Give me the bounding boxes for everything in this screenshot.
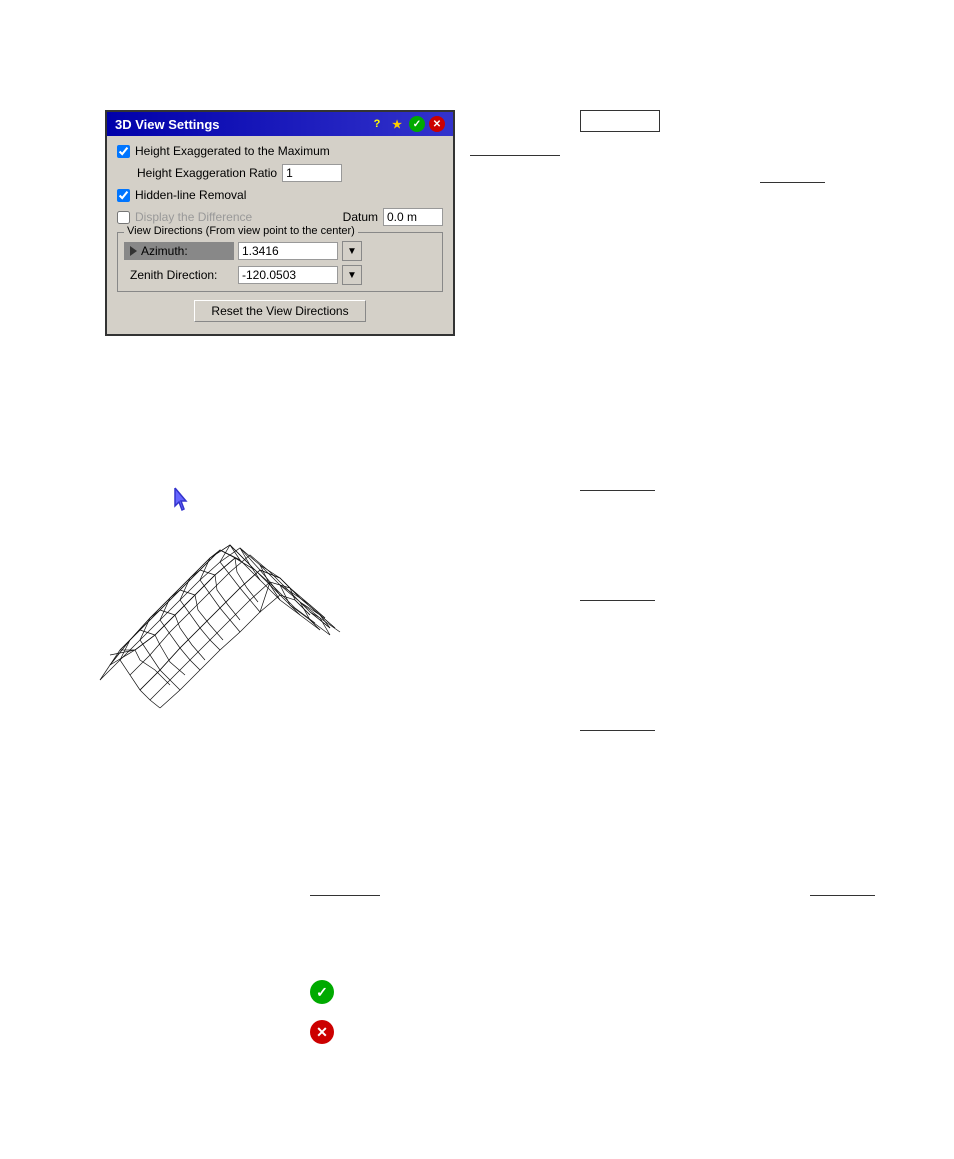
hline-2: [760, 182, 825, 183]
3d-view-settings-dialog[interactable]: 3D View Settings ? ★ ✓ ✕ Height Exaggera…: [105, 110, 455, 336]
hidden-line-removal-row: Hidden-line Removal: [117, 188, 443, 202]
zenith-row: Zenith Direction: ▼: [124, 265, 436, 285]
ok-icon[interactable]: ✓: [409, 116, 425, 132]
hline-low-1: [310, 895, 380, 896]
green-check-icon: ✓: [310, 980, 334, 1004]
hidden-line-removal-label: Hidden-line Removal: [135, 188, 246, 202]
zenith-input[interactable]: [238, 266, 338, 284]
top-right-rectangle: [580, 110, 660, 132]
terrain-wireframe: [80, 450, 370, 710]
dialog-title: 3D View Settings: [115, 117, 220, 132]
hline-mid-1: [580, 490, 655, 491]
hline-mid-2: [580, 600, 655, 601]
display-difference-row: Display the Difference: [117, 210, 252, 224]
display-difference-checkbox[interactable]: [117, 211, 130, 224]
titlebar-icons: ? ★ ✓ ✕: [369, 116, 445, 132]
reset-view-directions-button[interactable]: Reset the View Directions: [194, 300, 365, 322]
azimuth-input[interactable]: [238, 242, 338, 260]
height-exaggerated-label: Height Exaggerated to the Maximum: [135, 144, 330, 158]
azimuth-row: Azimuth: ▼: [124, 241, 436, 261]
close-icon[interactable]: ✕: [429, 116, 445, 132]
star-icon[interactable]: ★: [389, 116, 405, 132]
hidden-line-removal-checkbox[interactable]: [117, 189, 130, 202]
height-exaggeration-ratio-input[interactable]: [282, 164, 342, 182]
zenith-label: Zenith Direction:: [124, 266, 234, 284]
dialog-body: Height Exaggerated to the Maximum Height…: [107, 136, 453, 334]
display-difference-label: Display the Difference: [135, 210, 252, 224]
azimuth-dropdown-button[interactable]: ▼: [342, 241, 362, 261]
zenith-dropdown-button[interactable]: ▼: [342, 265, 362, 285]
hline-low-2: [810, 895, 875, 896]
hline-mid-3: [580, 730, 655, 731]
dialog-titlebar: 3D View Settings ? ★ ✓ ✕: [107, 112, 453, 136]
height-exaggerated-row: Height Exaggerated to the Maximum: [117, 144, 443, 158]
height-exaggeration-ratio-label: Height Exaggeration Ratio: [137, 166, 277, 180]
datum-input[interactable]: [383, 208, 443, 226]
azimuth-label: Azimuth:: [141, 244, 188, 258]
hline-1: [470, 155, 560, 156]
height-exaggeration-ratio-row: Height Exaggeration Ratio: [117, 164, 443, 182]
azimuth-arrow-icon: [130, 246, 137, 256]
help-icon[interactable]: ?: [369, 116, 385, 132]
azimuth-label-container: Azimuth:: [124, 242, 234, 260]
datum-row: Datum: [343, 208, 443, 226]
height-exaggerated-checkbox[interactable]: [117, 145, 130, 158]
view-directions-legend: View Directions (From view point to the …: [124, 225, 358, 237]
view-directions-group: View Directions (From view point to the …: [117, 232, 443, 292]
red-x-icon: ✕: [310, 1020, 334, 1044]
datum-label: Datum: [343, 210, 378, 224]
